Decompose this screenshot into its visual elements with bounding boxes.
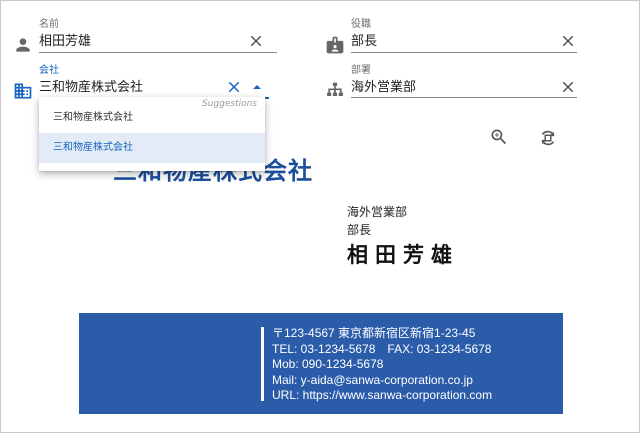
badge-icon (325, 35, 345, 55)
department-label: 部署 (351, 65, 371, 76)
contact-url: URL: https://www.sanwa-corporation.com (272, 388, 493, 402)
company-label: 会社 (39, 65, 59, 76)
card-department: 海外営業部 (347, 205, 408, 219)
position-field[interactable]: 役職 部長 (325, 19, 581, 63)
building-icon (13, 81, 33, 101)
name-label: 名前 (39, 19, 59, 30)
card-footer: 〒123-4567 東京都新宿区新宿1-23-45 TEL: 03-1234-5… (79, 313, 563, 414)
contact-mail: Mail: y-aida@sanwa-corporation.co.jp (272, 372, 473, 387)
name-clear-icon[interactable] (247, 32, 265, 50)
footer-divider (261, 327, 264, 401)
name-underline (39, 52, 277, 53)
position-label: 役職 (351, 19, 371, 30)
position-clear-icon[interactable] (559, 32, 577, 50)
suggestion-option-selected[interactable]: 三和物産株式会社 (39, 133, 265, 163)
department-underline (351, 97, 577, 98)
company-input[interactable]: 三和物産株式会社 (39, 79, 143, 97)
suggestions-dropdown: Suggestions 三和物産株式会社 三和物産株式会社 (39, 97, 265, 171)
rotate-icon[interactable] (537, 127, 559, 149)
company-clear-icon[interactable] (225, 78, 243, 96)
org-chart-icon (325, 81, 345, 101)
person-icon (13, 35, 33, 55)
name-field[interactable]: 名前 相田芳雄 (13, 19, 277, 63)
department-field[interactable]: 部署 海外営業部 (325, 65, 581, 109)
contact-mobile: Mob: 090-1234-5678 (272, 357, 384, 371)
department-clear-icon[interactable] (559, 78, 577, 96)
department-input[interactable]: 海外営業部 (351, 79, 416, 97)
card-position: 部長 (347, 223, 372, 237)
position-underline (351, 52, 577, 53)
name-input[interactable]: 相田芳雄 (39, 33, 91, 51)
app-window: 名前 相田芳雄 役職 部長 会社 三和物産株式会社 部署 海外営業部 Sugge… (0, 0, 640, 433)
card-person-name: 相田芳雄 (347, 243, 459, 267)
zoom-in-icon[interactable] (489, 127, 511, 149)
position-input[interactable]: 部長 (351, 33, 377, 51)
contact-tel-fax: TEL: 03-1234-5678 FAX: 03-1234-5678 (272, 341, 492, 356)
suggestion-option[interactable]: 三和物産株式会社 (39, 103, 265, 133)
contact-address: 〒123-4567 東京都新宿区新宿1-23-45 (272, 326, 476, 340)
contact-info: 〒123-4567 東京都新宿区新宿1-23-45 TEL: 03-1234-5… (272, 326, 492, 404)
dropdown-arrow-up-icon[interactable] (250, 78, 264, 96)
